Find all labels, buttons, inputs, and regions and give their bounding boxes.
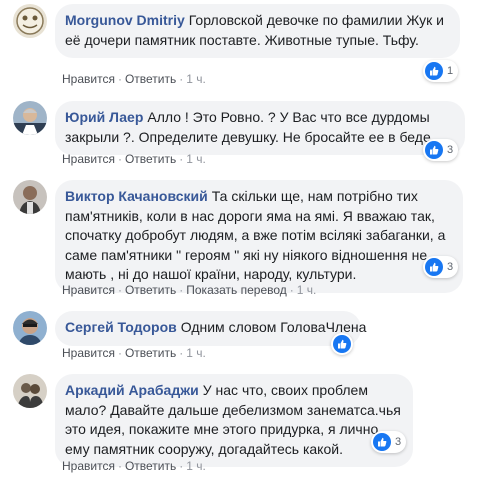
reaction-badge[interactable]: 3	[423, 256, 459, 278]
comment-actions: Нравится · Ответить · 1 ч.	[62, 71, 206, 87]
reaction-count: 1	[447, 65, 454, 77]
separator: ·	[117, 152, 122, 166]
reaction-badge[interactable]	[331, 333, 353, 355]
reaction-count: 3	[447, 144, 454, 156]
reply-link[interactable]: Ответить	[125, 283, 176, 297]
avatar[interactable]	[13, 180, 47, 214]
separator: ·	[179, 459, 184, 473]
separator: ·	[179, 152, 184, 166]
reply-link[interactable]: Ответить	[125, 346, 176, 360]
avatar-image	[13, 101, 47, 135]
comment-bubble: Morgunov Dmitriy Горловской девочке по фа…	[55, 4, 460, 58]
avatar[interactable]	[13, 311, 47, 345]
separator: ·	[117, 459, 122, 473]
reply-link[interactable]: Ответить	[125, 72, 176, 86]
reply-link[interactable]: Ответить	[125, 459, 176, 473]
comment-bubble: Юрий Лаер Алло ! Это Ровно. ? У Вас что в…	[55, 101, 465, 155]
timestamp[interactable]: 1 ч.	[186, 152, 206, 166]
timestamp[interactable]: 1 ч.	[186, 459, 206, 473]
comment-bubble: Виктор Качановский Та скільки ще, нам пот…	[55, 180, 463, 293]
comment-actions: Нравится · Ответить · 1 ч.	[62, 345, 206, 361]
reaction-badge[interactable]: 3	[423, 139, 459, 161]
separator: ·	[289, 283, 294, 297]
like-link[interactable]: Нравится	[62, 346, 115, 360]
like-link[interactable]: Нравится	[62, 72, 115, 86]
separator: ·	[179, 346, 184, 360]
like-link[interactable]: Нравится	[62, 283, 115, 297]
reply-link[interactable]: Ответить	[125, 152, 176, 166]
separator: ·	[179, 72, 184, 86]
avatar[interactable]	[13, 374, 47, 408]
separator: ·	[117, 346, 122, 360]
reaction-badge[interactable]: 3	[371, 431, 407, 453]
comment-actions: Нравится · Ответить · 1 ч.	[62, 151, 206, 167]
thumbs-up-icon	[425, 62, 443, 80]
comment-actions: Нравится · Ответить · 1 ч.	[62, 458, 206, 474]
avatar[interactable]	[13, 4, 47, 38]
reaction-badge[interactable]: 1	[423, 60, 459, 82]
timestamp[interactable]: 1 ч.	[186, 72, 206, 86]
separator: ·	[179, 283, 184, 297]
comment-bubble: Аркадий Арабаджи У нас что, своих проблем…	[55, 374, 413, 467]
separator: ·	[117, 283, 122, 297]
like-link[interactable]: Нравится	[62, 152, 115, 166]
avatar-image	[13, 180, 47, 214]
comment-author[interactable]: Morgunov Dmitriy	[65, 12, 185, 28]
timestamp[interactable]: 1 ч.	[297, 283, 317, 297]
timestamp[interactable]: 1 ч.	[186, 346, 206, 360]
thumbs-up-icon	[333, 335, 351, 353]
translate-link[interactable]: Показать перевод	[186, 283, 287, 297]
reaction-count: 3	[395, 436, 402, 448]
comment-author[interactable]: Юрий Лаер	[65, 109, 143, 125]
comment-author[interactable]: Виктор Качановский	[65, 188, 208, 204]
comment-actions: Нравится · Ответить · Показать перевод · 1 ч.	[62, 282, 316, 298]
avatar-image	[13, 311, 47, 345]
avatar-image	[13, 4, 47, 38]
comment-author[interactable]: Сергей Тодоров	[65, 319, 177, 335]
thumbs-up-icon	[425, 258, 443, 276]
reaction-count: 3	[447, 261, 454, 273]
comment-bubble: Сергей Тодоров Одним словом ГоловаЧлена	[55, 311, 366, 346]
thumbs-up-icon	[373, 433, 391, 451]
separator: ·	[117, 72, 122, 86]
avatar-image	[13, 374, 47, 408]
avatar[interactable]	[13, 101, 47, 135]
comment-author[interactable]: Аркадий Арабаджи	[65, 382, 199, 398]
like-link[interactable]: Нравится	[62, 459, 115, 473]
thumbs-up-icon	[425, 141, 443, 159]
